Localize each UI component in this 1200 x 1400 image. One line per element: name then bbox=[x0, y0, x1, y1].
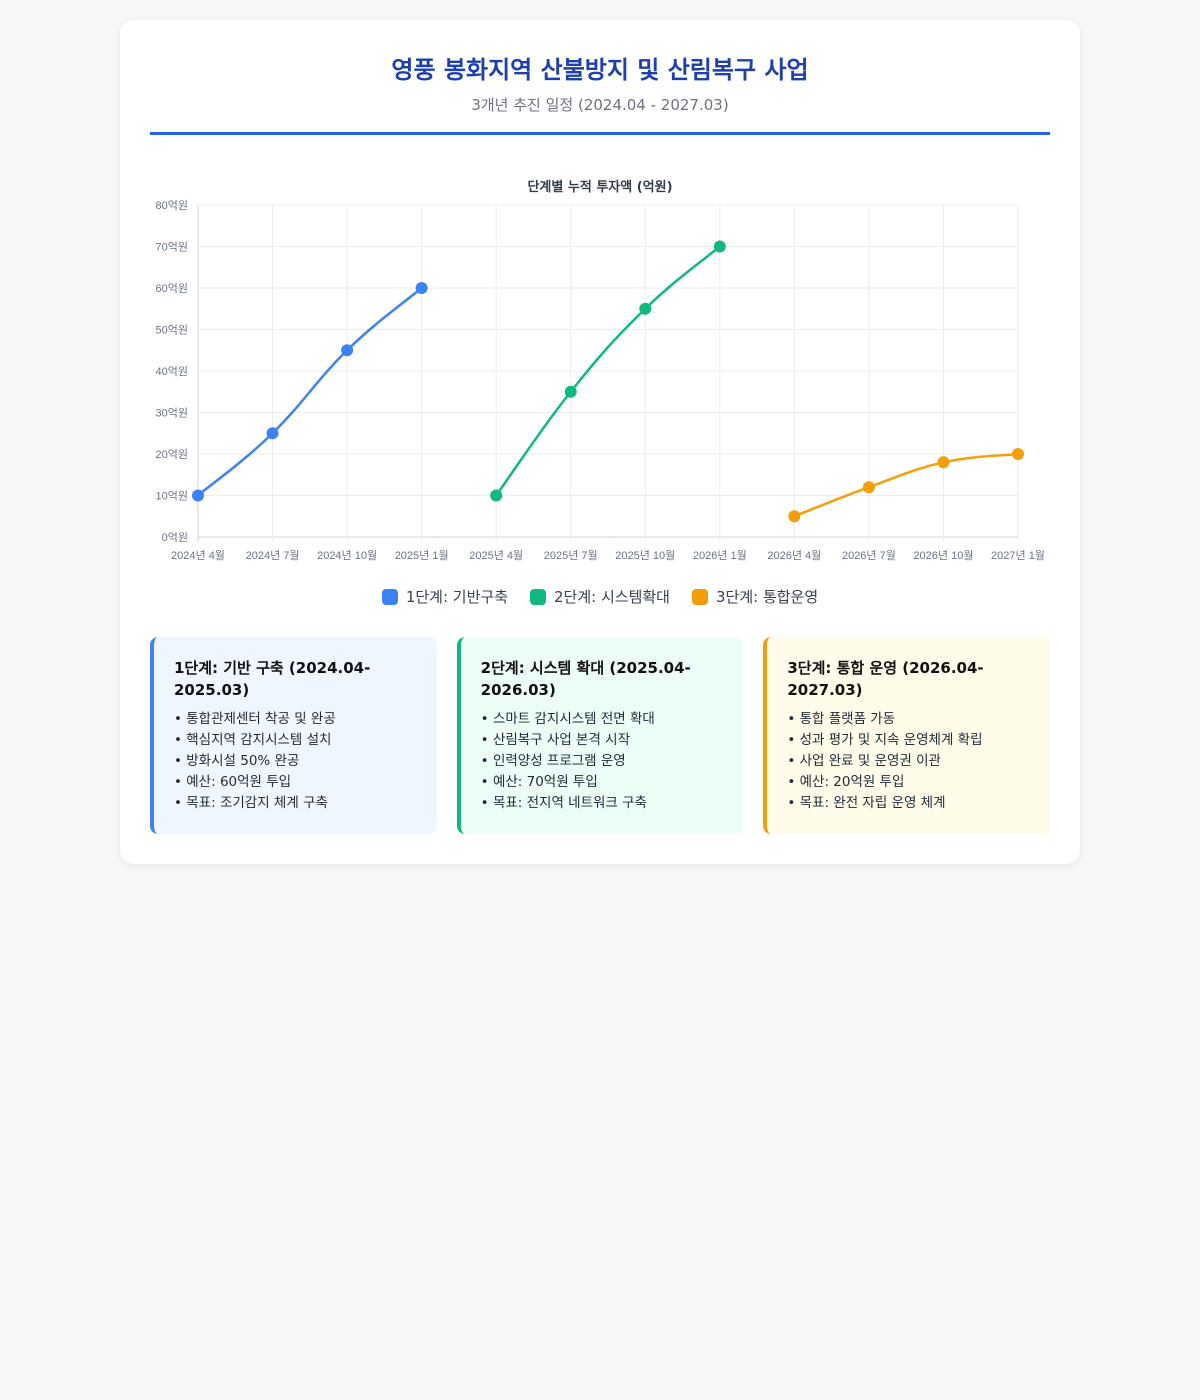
phase-item: 통합관제센터 착공 및 완공 bbox=[174, 709, 419, 730]
legend-swatch bbox=[691, 588, 708, 605]
x-tick-label: 2025년 4월 bbox=[469, 549, 523, 562]
y-tick-label: 70억원 bbox=[156, 241, 188, 254]
y-tick-label: 0억원 bbox=[162, 531, 188, 544]
phase-card-1: 1단계: 기반 구축 (2024.04-2025.03) 통합관제센터 착공 및 … bbox=[150, 637, 437, 834]
phase-title: 2단계: 시스템 확대 (2025.04-2026.03) bbox=[480, 659, 691, 699]
phase-title: 1단계: 기반 구축 (2024.04-2025.03) bbox=[174, 659, 371, 699]
data-point-series-3 bbox=[937, 456, 950, 469]
phase-item: 통합 플랫폼 가동 bbox=[787, 709, 1032, 730]
data-point-series-2 bbox=[564, 385, 577, 398]
data-point-series-1 bbox=[341, 344, 354, 357]
y-tick-label: 10억원 bbox=[156, 490, 188, 503]
data-point-series-3 bbox=[788, 510, 801, 523]
data-point-series-1 bbox=[415, 282, 428, 294]
legend-label: 2단계: 시스템확대 bbox=[554, 588, 670, 606]
phase-cards: 1단계: 기반 구축 (2024.04-2025.03) 통합관제센터 착공 및 … bbox=[150, 637, 1051, 834]
x-tick-label: 2027년 1월 bbox=[991, 549, 1045, 562]
data-point-series-2 bbox=[490, 489, 503, 502]
data-point-series-3 bbox=[862, 481, 875, 494]
y-tick-label: 50억원 bbox=[156, 324, 188, 337]
phase-card-3: 3단계: 통합 운영 (2026.04-2027.03) 통합 플랫폼 가동성과 … bbox=[763, 637, 1051, 834]
phase-item: 사업 완료 및 운영권 이관 bbox=[787, 751, 1032, 772]
phase-item: 목표: 조기감지 체계 구축 bbox=[174, 793, 419, 814]
phase-item: 예산: 20억원 투입 bbox=[787, 772, 1032, 793]
investment-line-chart: 0억원 10억원 20억원 30억원 40억원 50억원 60억원 70억원 80억원 2024년… bbox=[156, 199, 1045, 562]
x-tick-label: 2025년 7월 bbox=[544, 549, 598, 562]
series-line-3 bbox=[793, 452, 1019, 518]
legend-item-2[interactable]: 2단계: 시스템확대 bbox=[530, 586, 670, 607]
y-tick-label: 20억원 bbox=[156, 448, 188, 461]
phase-item: 목표: 전지역 네트워크 구축 bbox=[481, 793, 726, 814]
phase-item: 산림복구 사업 본격 시작 bbox=[481, 730, 726, 751]
phase-card-2: 2단계: 시스템 확대 (2025.04-2026.03) 스마트 감지시스템 전… bbox=[456, 637, 744, 834]
x-tick-label: 2025년 10월 bbox=[615, 549, 675, 562]
x-tick-label: 2026년 10월 bbox=[913, 549, 973, 562]
phase-item: 목표: 완전 자립 운영 체계 bbox=[787, 793, 1032, 814]
phase-item-list: 통합관제센터 착공 및 완공핵심지역 감지시스템 설치방화시설 50% 완공예산… bbox=[174, 709, 419, 814]
y-tick-label: 60억원 bbox=[156, 282, 188, 295]
x-tick-label: 2024년 4월 bbox=[171, 549, 225, 562]
series-line-1 bbox=[197, 287, 423, 497]
x-tick-label: 2026년 7월 bbox=[842, 549, 896, 562]
legend-item-1[interactable]: 1단계: 기반구축 bbox=[381, 586, 509, 607]
x-tick-label: 2026년 4월 bbox=[767, 549, 821, 562]
phase-item: 스마트 감지시스템 전면 확대 bbox=[481, 709, 726, 730]
phase-item-list: 스마트 감지시스템 전면 확대산림복구 사업 본격 시작인력양성 프로그램 운영… bbox=[481, 709, 726, 814]
data-point-series-1 bbox=[192, 489, 204, 502]
phase-item: 핵심지역 감지시스템 설치 bbox=[174, 730, 419, 751]
x-tick-label: 2024년 10월 bbox=[317, 549, 377, 562]
phase-item-list: 통합 플랫폼 가동성과 평가 및 지속 운영체계 확립사업 완료 및 운영권 이… bbox=[787, 709, 1032, 814]
main-card: 영풍 봉화지역 산불방지 및 산림복구 사업 3개년 추진 일정 (2024.0… bbox=[120, 20, 1080, 864]
data-point-series-2 bbox=[639, 302, 652, 315]
y-tick-label: 80억원 bbox=[156, 199, 188, 212]
phase-title: 3단계: 통합 운영 (2026.04-2027.03) bbox=[787, 659, 984, 699]
data-point-series-2 bbox=[713, 240, 726, 253]
chart-legend: 1단계: 기반구축 2단계: 시스템확대 3단계: 통합운영 bbox=[120, 586, 1080, 607]
legend-swatch bbox=[530, 588, 547, 605]
chart-area: 단계별 누적 투자액 (억원) 0억원 10억원 20억원 30억원 40억원 50억원 6… bbox=[120, 20, 1080, 620]
legend-item-3[interactable]: 3단계: 통합운영 bbox=[691, 586, 819, 607]
data-point-series-1 bbox=[266, 427, 279, 440]
x-tick-label: 2025년 1월 bbox=[395, 549, 449, 562]
x-tick-label: 2026년 1월 bbox=[693, 549, 747, 562]
phase-item: 인력양성 프로그램 운영 bbox=[481, 751, 726, 772]
phase-item: 방화시설 50% 완공 bbox=[174, 751, 419, 772]
phase-item: 예산: 70억원 투입 bbox=[481, 772, 726, 793]
legend-swatch bbox=[381, 588, 398, 605]
phase-item: 예산: 60억원 투입 bbox=[174, 772, 419, 793]
phase-item: 성과 평가 및 지속 운영체계 확립 bbox=[787, 730, 1032, 751]
y-tick-label: 30억원 bbox=[156, 407, 188, 420]
legend-label: 1단계: 기반구축 bbox=[405, 588, 509, 606]
x-tick-label: 2024년 7월 bbox=[246, 549, 300, 562]
data-point-series-3 bbox=[1012, 448, 1024, 460]
legend-label: 3단계: 통합운영 bbox=[715, 588, 819, 606]
y-tick-label: 40억원 bbox=[156, 365, 188, 378]
